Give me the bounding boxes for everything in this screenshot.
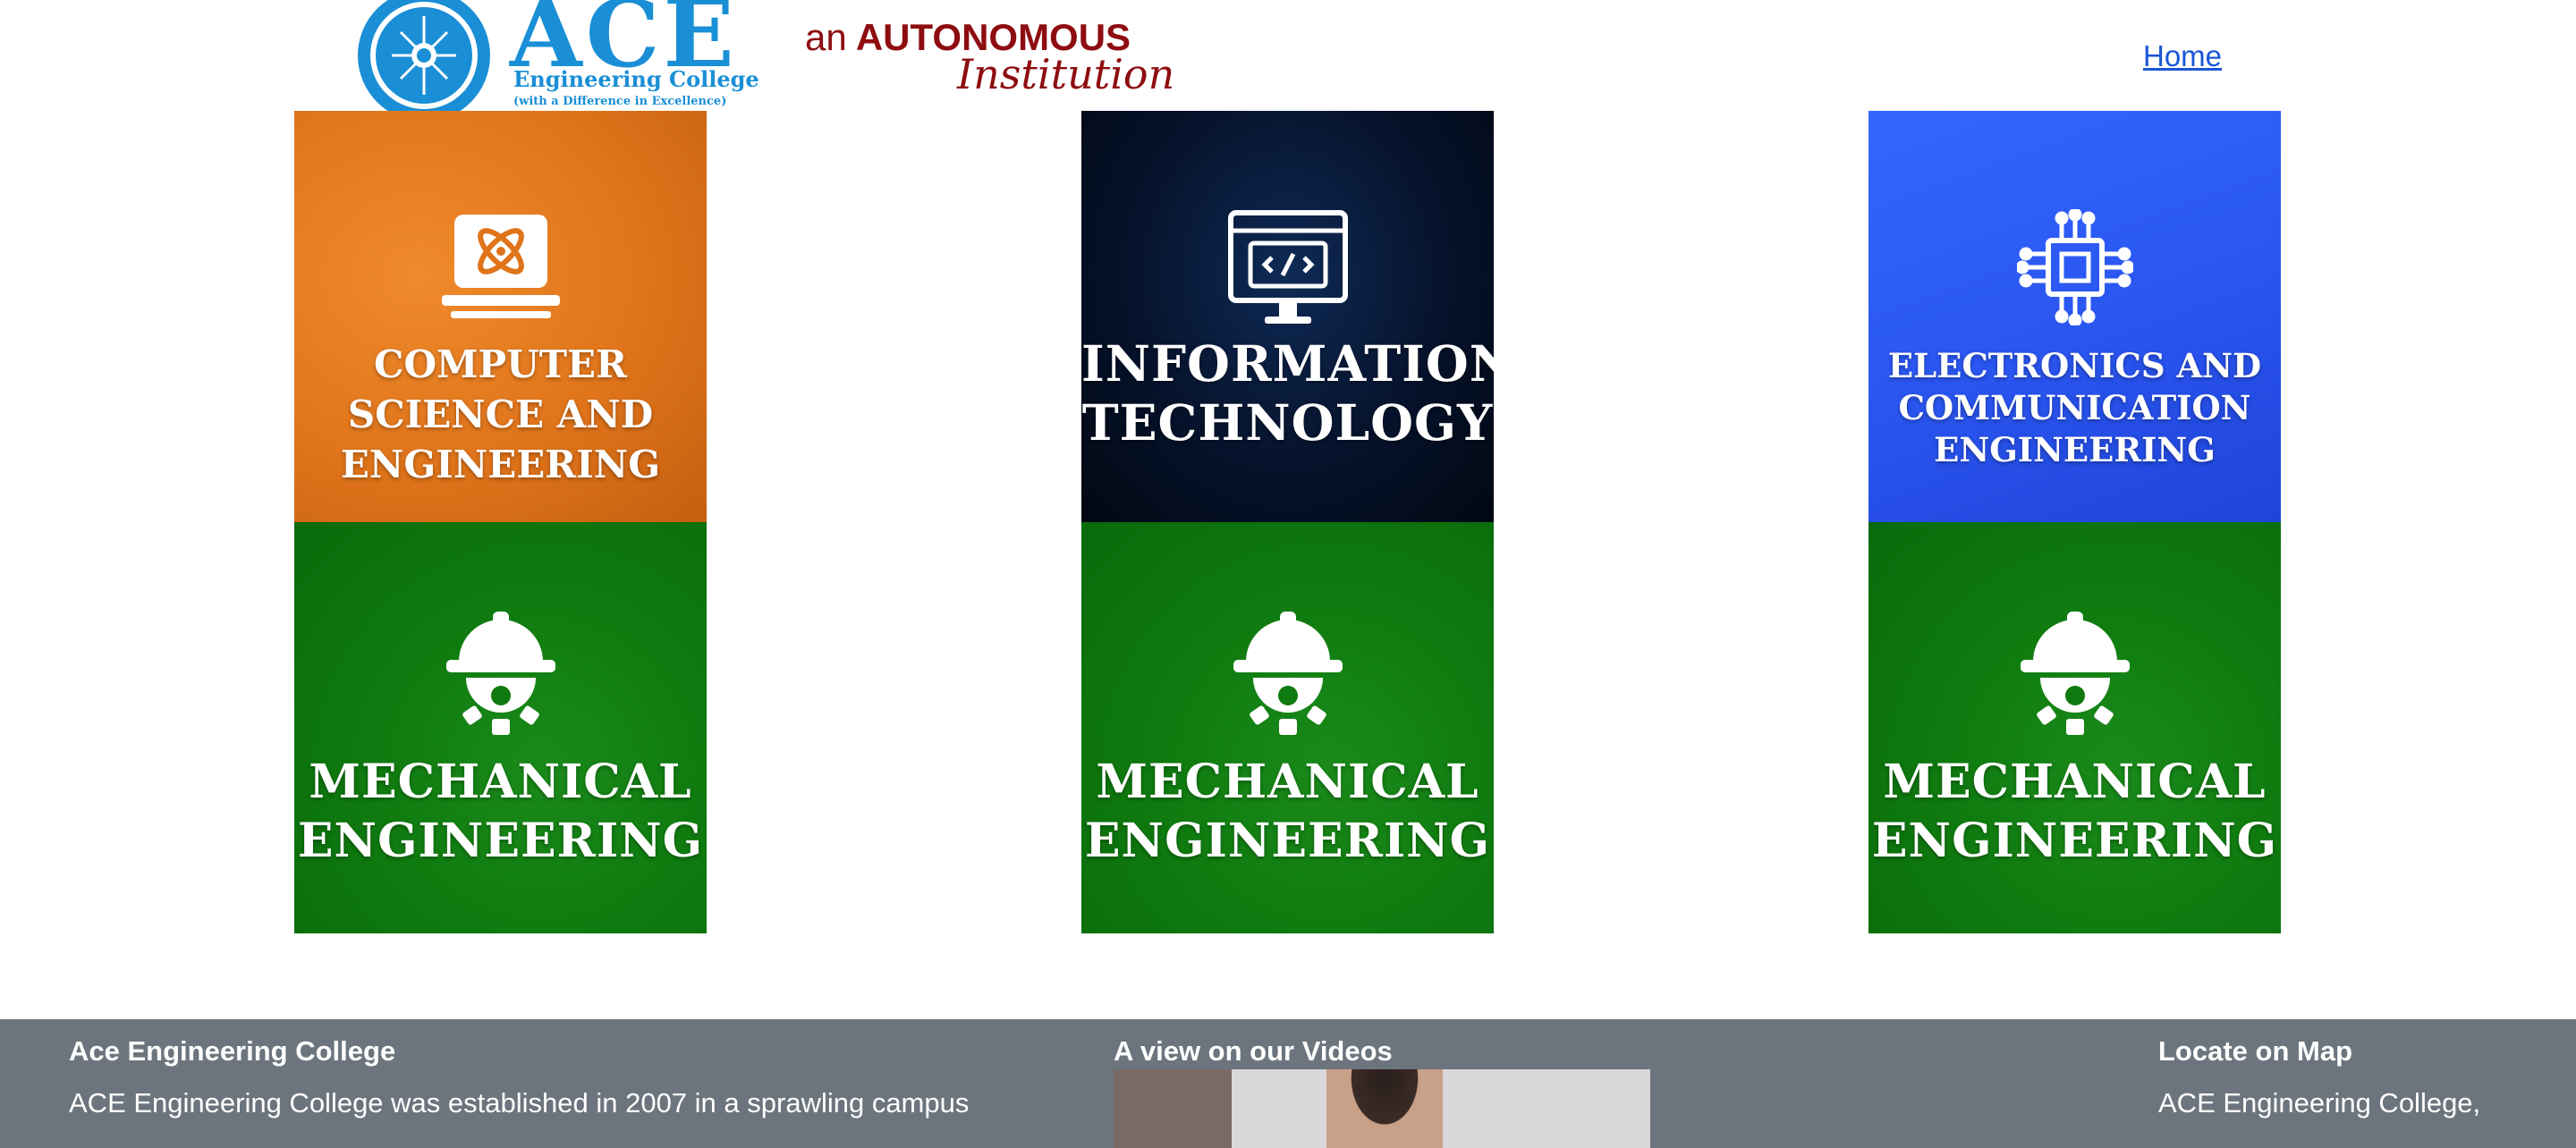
helmet-gear-icon — [445, 612, 555, 735]
footer-about-text: ACE Engineering College was established … — [69, 1087, 970, 1118]
department-tile-ece[interactable]: ELECTRONICS AND COMMUNICATION ENGINEERIN… — [1868, 111, 2281, 522]
tile-label: MECHANICAL ENGINEERING — [1081, 753, 1494, 871]
nav-home-link[interactable]: Home — [2143, 39, 2222, 73]
tile-label-line: COMPUTER — [374, 342, 627, 386]
tile-label-line: ENGINEERING — [1084, 814, 1491, 868]
tile-label: MECHANICAL ENGINEERING — [1868, 753, 2281, 871]
helmet-gear-icon — [2020, 612, 2130, 735]
tile-label-line: TECHNOLOGY — [1081, 393, 1494, 452]
college-seal-logo — [358, 0, 490, 111]
monitor-code-icon — [1227, 210, 1348, 324]
tile-label-line: INFORMATION — [1081, 334, 1494, 393]
video-thumbnail — [1114, 1069, 1232, 1148]
footer-map-title: Locate on Map — [2158, 1035, 2353, 1067]
video-frame — [1326, 1069, 1443, 1148]
institution-word: Institution — [957, 50, 1175, 98]
tile-label: INFORMATION TECHNOLOGY — [1081, 334, 1494, 452]
tile-label: MECHANICAL ENGINEERING — [294, 753, 707, 871]
department-tile-mech[interactable]: MECHANICAL ENGINEERING — [294, 522, 707, 933]
autonomous-prefix: an — [805, 16, 847, 58]
tile-label-line: COMMUNICATION — [1898, 388, 2251, 427]
department-tile-mech[interactable]: MECHANICAL ENGINEERING — [1081, 522, 1494, 933]
tile-label-line: ENGINEERING — [1871, 814, 2278, 868]
footer-map-text: ACE Engineering College, — [2158, 1087, 2481, 1118]
department-tile-cse[interactable]: COMPUTER SCIENCE AND ENGINEERING — [294, 111, 707, 522]
chip-icon — [2016, 209, 2133, 325]
footer-about-title: Ace Engineering College — [69, 1035, 396, 1067]
tile-label: COMPUTER SCIENCE AND ENGINEERING — [294, 340, 707, 490]
helmet-gear-icon — [1233, 612, 1343, 735]
department-tile-it[interactable]: INFORMATION TECHNOLOGY — [1081, 111, 1494, 522]
tile-label: ELECTRONICS AND COMMUNICATION ENGINEERIN… — [1868, 345, 2281, 471]
video-player[interactable] — [1114, 1069, 1650, 1148]
tile-label-line: MECHANICAL — [1096, 755, 1479, 809]
tile-label-line: MECHANICAL — [1883, 755, 2267, 809]
site-header: ACE Engineering College (with a Differen… — [0, 0, 2576, 111]
tile-label-line: ENGINEERING — [340, 443, 661, 486]
tile-label-line: SCIENCE AND — [347, 393, 654, 436]
tile-label-line: MECHANICAL — [309, 755, 692, 809]
logo-college-text: Engineering College — [513, 66, 759, 92]
tile-label-line: ENGINEERING — [297, 814, 704, 868]
tile-label-line: ELECTRONICS AND — [1887, 346, 2262, 385]
logo-tagline: (with a Difference in Excellence) — [513, 95, 727, 108]
department-tile-mech[interactable]: MECHANICAL ENGINEERING — [1868, 522, 2281, 933]
tile-label-line: ENGINEERING — [1934, 430, 2216, 469]
footer-videos-title: A view on our Videos — [1114, 1035, 1393, 1067]
laptop-atom-icon — [441, 215, 560, 318]
site-footer: Ace Engineering College ACE Engineering … — [0, 1019, 2576, 1148]
